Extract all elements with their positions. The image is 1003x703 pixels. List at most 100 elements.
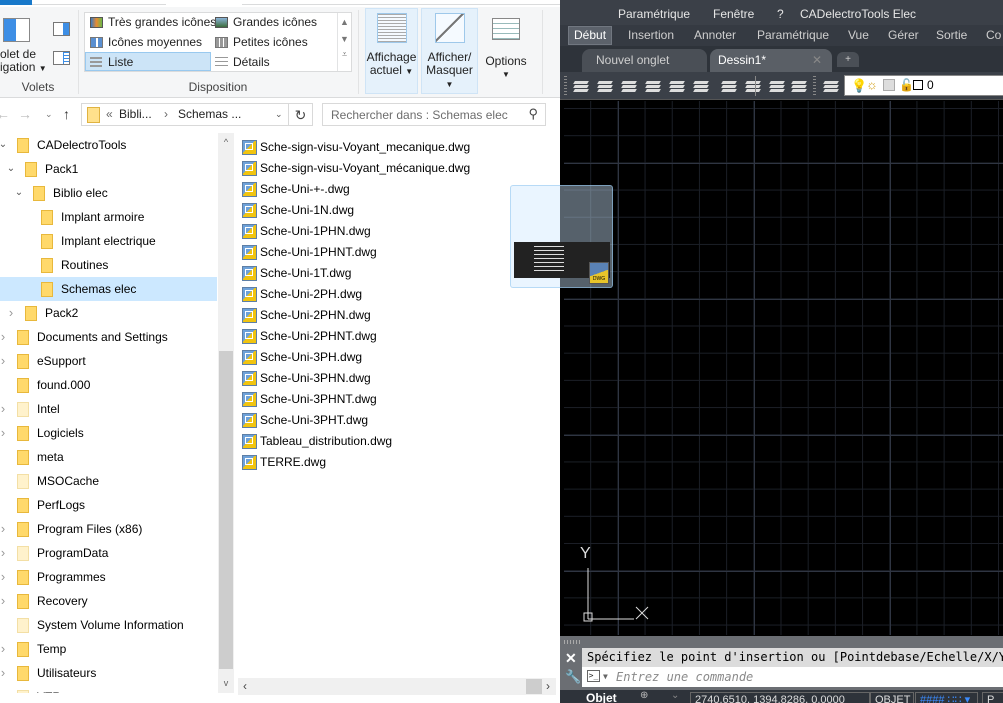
tree-scrollbar[interactable]: ^ v bbox=[218, 133, 234, 693]
lock-layer-icon[interactable] bbox=[769, 79, 786, 93]
doc-tab-dessin1[interactable]: Dessin1* ✕ bbox=[710, 49, 832, 72]
scroll-left-icon[interactable]: ‹ bbox=[243, 678, 247, 694]
layer-dropdown[interactable]: 💡 ☼ 🔓 0 bbox=[844, 75, 1003, 96]
close-tab-icon[interactable]: ✕ bbox=[812, 49, 822, 71]
file-item[interactable]: Sche-Uni-2PHNT.dwg bbox=[242, 326, 377, 347]
chevron-down-icon[interactable]: ⌄ bbox=[0, 133, 9, 157]
unlock-layer-icon[interactable] bbox=[791, 79, 808, 93]
tree-item[interactable]: Schemas elec bbox=[0, 277, 217, 301]
tab-insertion[interactable]: Insertion bbox=[628, 28, 674, 42]
file-item[interactable]: Sche-sign-visu-Voyant_mécanique.dwg bbox=[242, 158, 470, 179]
preview-pane-button[interactable] bbox=[53, 22, 70, 36]
layer-isolate-icon[interactable] bbox=[669, 79, 686, 93]
back-button[interactable]: ← bbox=[0, 106, 10, 122]
tree-item[interactable]: ⌄ Pack1 bbox=[0, 157, 217, 181]
tab-sortie[interactable]: Sortie bbox=[936, 28, 967, 42]
scroll-down-icon[interactable]: ▼ bbox=[338, 34, 351, 44]
breadcrumb-overflow[interactable]: « bbox=[106, 107, 113, 121]
layer-next-icon[interactable] bbox=[645, 79, 662, 93]
layer-walk-icon[interactable] bbox=[693, 79, 710, 93]
up-button[interactable]: ↑ bbox=[63, 106, 70, 122]
chevron-right-icon[interactable]: › bbox=[0, 349, 9, 373]
viewport-freeze-icon[interactable] bbox=[883, 79, 895, 91]
chevron-right-icon[interactable]: › bbox=[0, 661, 9, 685]
file-item[interactable]: Sche-Uni-3PHT.dwg bbox=[242, 410, 368, 431]
tab-debut[interactable]: Début bbox=[568, 26, 613, 45]
show-hide-button[interactable]: Afficher/ Masquer ▼ bbox=[421, 8, 478, 94]
chevron-right-icon[interactable]: › bbox=[0, 421, 9, 445]
breadcrumb-item[interactable]: Schemas ... bbox=[178, 107, 241, 121]
chevron-down-icon[interactable]: ⌄ bbox=[5, 157, 17, 181]
freeze-layer-icon[interactable] bbox=[721, 79, 738, 93]
breadcrumb-item[interactable]: Bibli... bbox=[119, 107, 152, 121]
customize-wrench-icon[interactable]: 🔧 bbox=[565, 669, 581, 685]
tree-item[interactable]: › ProgramData bbox=[0, 541, 217, 565]
tree-item[interactable]: › Utilisateurs bbox=[0, 661, 217, 685]
file-list-hscrollbar[interactable]: ‹ › bbox=[238, 678, 556, 695]
menu-help[interactable]: ? bbox=[777, 7, 784, 21]
lightbulb-icon[interactable]: 💡 bbox=[851, 78, 867, 94]
turn-off-layer-icon[interactable] bbox=[745, 79, 762, 93]
layout-details[interactable]: Détails bbox=[211, 53, 335, 72]
file-item[interactable]: Sche-sign-visu-Voyant_mecanique.dwg bbox=[242, 137, 470, 158]
file-item[interactable]: Sche-Uni-+-.dwg bbox=[242, 179, 350, 200]
search-icon[interactable]: ⚲ bbox=[528, 106, 538, 122]
add-layout-icon[interactable]: ⊕ bbox=[640, 690, 648, 701]
file-item[interactable]: Tableau_distribution.dwg bbox=[242, 431, 392, 452]
tab-collaborer[interactable]: Co bbox=[986, 28, 1001, 42]
chevron-right-icon[interactable]: › bbox=[0, 589, 9, 613]
file-item[interactable]: Sche-Uni-3PHNT.dwg bbox=[242, 389, 377, 410]
tab-gerer[interactable]: Gérer bbox=[888, 28, 919, 42]
layer-properties-icon[interactable] bbox=[573, 79, 590, 93]
refresh-button[interactable]: ↻ bbox=[289, 103, 313, 126]
layout-small-icons[interactable]: Petites icônes bbox=[211, 33, 335, 52]
chevron-right-icon[interactable]: › bbox=[5, 301, 17, 325]
scroll-up-icon[interactable]: ^ bbox=[218, 137, 234, 147]
command-input[interactable]: >_ ▼ Entrez une commande bbox=[582, 667, 1003, 687]
breadcrumb-separator[interactable]: › bbox=[164, 107, 168, 121]
status-p-button[interactable]: P bbox=[982, 692, 1003, 703]
command-prompt-icon[interactable]: >_ bbox=[587, 670, 600, 682]
layout-large-icons[interactable]: Grandes icônes bbox=[211, 13, 335, 32]
file-tab[interactable] bbox=[0, 0, 32, 5]
unlock-icon[interactable]: 🔓 bbox=[899, 78, 914, 92]
tab-parametrique[interactable]: Paramétrique bbox=[757, 28, 829, 42]
forward-button[interactable]: → bbox=[18, 106, 32, 122]
tree-item[interactable]: MSOCache bbox=[0, 469, 217, 493]
chevron-right-icon[interactable]: › bbox=[0, 565, 9, 589]
menu-cadelectrotools[interactable]: CADelectroTools Elec bbox=[800, 7, 916, 21]
file-item[interactable]: Sche-Uni-3PH.dwg bbox=[242, 347, 362, 368]
model-space-button[interactable]: OBJET bbox=[870, 692, 914, 703]
tree-item[interactable]: ⌄ Biblio elec bbox=[0, 181, 217, 205]
address-dropdown-icon[interactable]: ⌄ bbox=[275, 109, 283, 120]
scroll-down-icon[interactable]: v bbox=[218, 678, 234, 688]
tree-item[interactable]: › Recovery bbox=[0, 589, 217, 613]
scroll-up-icon[interactable]: ▲ bbox=[338, 17, 351, 27]
file-item[interactable]: Sche-Uni-1T.dwg bbox=[242, 263, 351, 284]
tree-item[interactable]: › Programmes bbox=[0, 565, 217, 589]
tree-item[interactable]: › eSupport bbox=[0, 349, 217, 373]
make-current-icon[interactable] bbox=[597, 79, 614, 93]
tree-item[interactable]: PerfLogs bbox=[0, 493, 217, 517]
layout-gallery-scroller[interactable]: ▲ ▼ ⩡ bbox=[337, 13, 351, 71]
sun-icon[interactable]: ☼ bbox=[866, 77, 878, 92]
tree-item[interactable]: Implant armoire bbox=[0, 205, 217, 229]
current-view-button[interactable]: Affichage actuel ▼ bbox=[365, 8, 418, 94]
tree-item[interactable]: › VTRoot bbox=[0, 685, 217, 693]
menu-fenetre[interactable]: Fenêtre bbox=[713, 7, 754, 21]
toolbar-grip[interactable] bbox=[813, 76, 816, 96]
tree-item[interactable]: Implant electrique bbox=[0, 229, 217, 253]
file-item[interactable]: Sche-Uni-1N.dwg bbox=[242, 200, 354, 221]
close-command-line-icon[interactable]: ✕ bbox=[565, 650, 577, 667]
tree-item[interactable]: › Intel bbox=[0, 397, 217, 421]
file-item[interactable]: TERRE.dwg bbox=[242, 452, 326, 473]
layer-state-icon[interactable] bbox=[823, 79, 840, 93]
command-line-grip[interactable] bbox=[564, 640, 580, 644]
model-layout-tab[interactable]: Objet bbox=[586, 690, 617, 703]
tab-annoter[interactable]: Annoter bbox=[694, 28, 736, 42]
tree-item[interactable]: › Logiciels bbox=[0, 421, 217, 445]
details-pane-button[interactable] bbox=[53, 51, 70, 65]
scroll-right-icon[interactable]: › bbox=[546, 678, 550, 694]
file-item[interactable]: Sche-Uni-2PH.dwg bbox=[242, 284, 362, 305]
file-item[interactable]: Sche-Uni-2PHN.dwg bbox=[242, 305, 371, 326]
